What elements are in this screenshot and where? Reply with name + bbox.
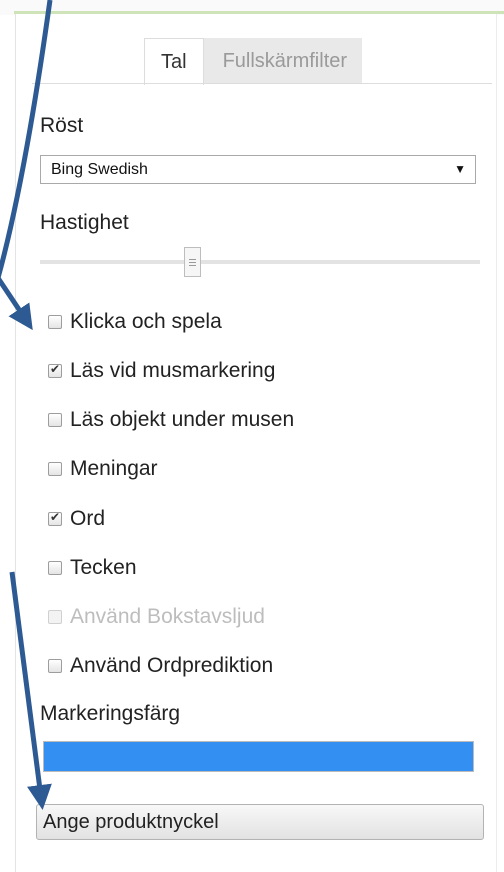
speed-slider-handle[interactable] xyxy=(184,247,201,277)
checkbox[interactable] xyxy=(48,362,62,378)
option-letter-sounds: Använd Bokstavsljud xyxy=(48,603,265,631)
speed-label: Hastighet xyxy=(40,211,129,234)
checkbox[interactable] xyxy=(48,659,62,673)
checkbox[interactable] xyxy=(48,413,62,427)
highlight-color-label: Markeringsfärg xyxy=(40,702,181,725)
option-click-and-play[interactable]: Klicka och spela xyxy=(48,308,222,336)
tab-divider xyxy=(32,83,492,84)
grip-icon xyxy=(189,259,196,260)
option-label: Använd Ordprediktion xyxy=(70,654,274,677)
option-read-object-under-mouse[interactable]: Läs objekt under musen xyxy=(48,406,294,434)
option-label: Använd Bokstavsljud xyxy=(70,605,265,628)
option-label: Läs vid musmarkering xyxy=(70,359,276,382)
option-sentences[interactable]: Meningar xyxy=(48,455,158,483)
dropdown-arrow-icon: ▼ xyxy=(454,162,466,176)
option-label: Ord xyxy=(70,507,106,530)
option-label: Klicka och spela xyxy=(70,310,222,333)
checkbox[interactable] xyxy=(48,462,62,476)
speed-slider-track[interactable] xyxy=(40,260,480,264)
option-characters[interactable]: Tecken xyxy=(48,554,137,582)
option-word-prediction[interactable]: Använd Ordprediktion xyxy=(48,652,273,680)
checkbox[interactable] xyxy=(48,315,62,329)
checkbox xyxy=(48,610,62,624)
option-label: Läs objekt under musen xyxy=(70,408,295,431)
option-label: Meningar xyxy=(70,457,158,480)
tab-speech[interactable]: Tal xyxy=(144,38,204,85)
checkbox[interactable] xyxy=(48,510,62,526)
voice-select[interactable]: Bing Swedish ▼ xyxy=(40,155,476,184)
highlight-color-swatch[interactable] xyxy=(43,741,474,772)
top-border xyxy=(0,0,504,15)
enter-product-key-button[interactable]: Ange produktnyckel xyxy=(36,804,484,840)
voice-label: Röst xyxy=(40,114,84,137)
voice-select-value: Bing Swedish xyxy=(51,161,148,178)
option-read-on-selection[interactable]: Läs vid musmarkering xyxy=(48,357,275,385)
option-words[interactable]: Ord xyxy=(48,505,105,533)
tab-fullscreen-filter[interactable]: Fullskärmfilter xyxy=(203,38,363,84)
tab-bar: Tal Fullskärmfilter xyxy=(144,38,363,85)
settings-panel: Tal Fullskärmfilter Röst Bing Swedish ▼ … xyxy=(15,14,497,872)
option-label: Tecken xyxy=(70,556,137,579)
checkbox[interactable] xyxy=(48,561,62,575)
